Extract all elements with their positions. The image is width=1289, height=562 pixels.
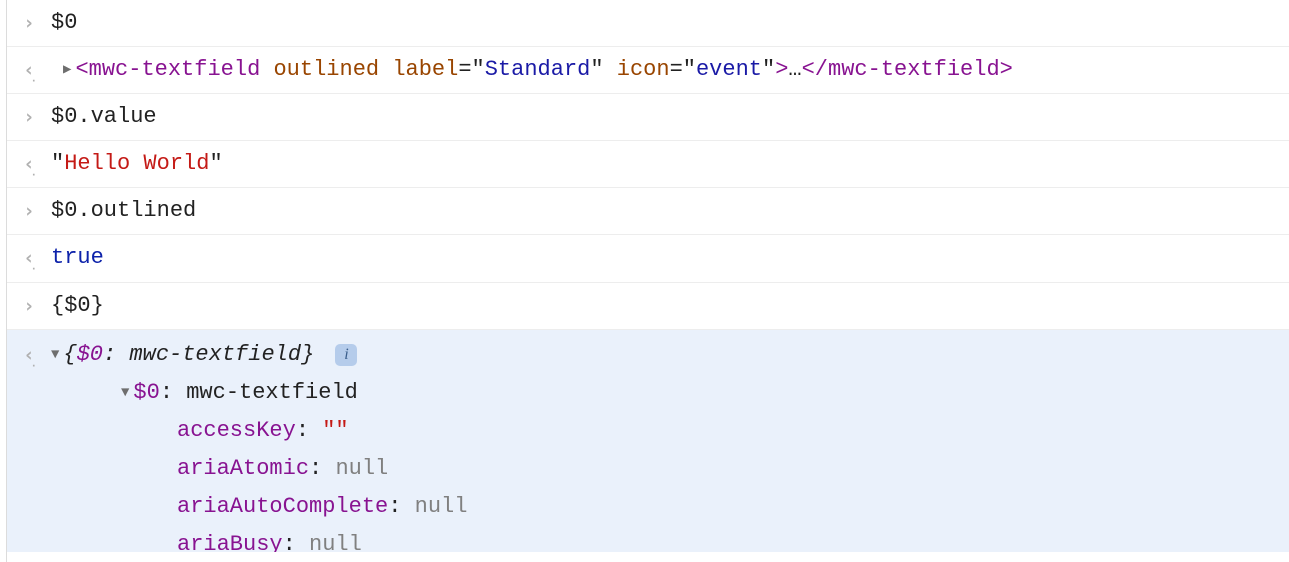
input-expression: $0 bbox=[51, 10, 77, 35]
console-output-row[interactable]: ‹ true bbox=[7, 235, 1289, 282]
element-attr-name: label bbox=[392, 57, 458, 82]
ellipsis[interactable]: … bbox=[788, 57, 801, 82]
object-property-row[interactable]: ariaBusy: null bbox=[7, 526, 1289, 552]
prompt-icon: › bbox=[23, 197, 34, 226]
output-string: Hello World bbox=[64, 151, 209, 176]
object-property-row[interactable]: ariaAutoComplete: null bbox=[7, 488, 1289, 526]
info-icon[interactable]: i bbox=[335, 344, 357, 366]
property-key: ariaBusy bbox=[177, 532, 283, 552]
property-key: ariaAutoComplete bbox=[177, 494, 388, 519]
property-value: null bbox=[335, 456, 388, 481]
element-tag-close: mwc-textfield bbox=[828, 57, 1000, 82]
element-attr-value: event bbox=[696, 57, 762, 82]
input-expression: $0.value bbox=[51, 104, 157, 129]
output-icon: ‹ bbox=[23, 150, 34, 179]
property-key: accessKey bbox=[177, 418, 296, 443]
object-summary-row[interactable]: ‹ ▼{$0: mwc-textfield} i bbox=[7, 336, 1289, 374]
expand-icon[interactable]: ▶ bbox=[63, 60, 71, 82]
output-icon: ‹ bbox=[23, 56, 34, 85]
console-input-row[interactable]: › $0 bbox=[7, 0, 1289, 47]
console-output-row[interactable]: ‹ ▶<mwc-textfield outlined label="Standa… bbox=[7, 47, 1289, 94]
collapse-icon[interactable]: ▼ bbox=[51, 345, 59, 367]
console-input-row[interactable]: › {$0} bbox=[7, 283, 1289, 330]
object-summary-key: $0 bbox=[77, 342, 103, 367]
input-expression: $0.outlined bbox=[51, 198, 196, 223]
object-entry-type: mwc-textfield bbox=[186, 380, 358, 405]
prompt-icon: › bbox=[23, 103, 34, 132]
element-attr-name: outlined bbox=[273, 57, 379, 82]
output-icon: ‹ bbox=[23, 341, 34, 370]
property-value: null bbox=[309, 532, 362, 552]
property-value: null bbox=[415, 494, 468, 519]
console-output-row[interactable]: ‹ "Hello World" bbox=[7, 141, 1289, 188]
input-expression: {$0} bbox=[51, 293, 104, 318]
console-input-row[interactable]: › $0.outlined bbox=[7, 188, 1289, 235]
output-boolean: true bbox=[51, 245, 104, 270]
object-property-row[interactable]: accessKey: "" bbox=[7, 412, 1289, 450]
object-entry-key: $0 bbox=[133, 380, 159, 405]
output-icon: ‹ bbox=[23, 244, 34, 273]
collapse-icon[interactable]: ▼ bbox=[121, 383, 129, 405]
element-attr-name: icon bbox=[617, 57, 670, 82]
object-property-row[interactable]: ariaAtomic: null bbox=[7, 450, 1289, 488]
property-key: ariaAtomic bbox=[177, 456, 309, 481]
prompt-icon: › bbox=[23, 292, 34, 321]
console-output-expanded: ‹ ▼{$0: mwc-textfield} i ▼$0: mwc-textfi… bbox=[7, 330, 1289, 552]
element-tag: mwc-textfield bbox=[89, 57, 261, 82]
prompt-icon: › bbox=[23, 9, 34, 38]
object-summary-type: mwc-textfield bbox=[129, 342, 301, 367]
object-entry-row[interactable]: ▼$0: mwc-textfield bbox=[7, 374, 1289, 412]
property-value: "" bbox=[322, 418, 348, 443]
element-summary[interactable]: ▶<mwc-textfield outlined label="Standard… bbox=[51, 53, 1289, 87]
console-input-row[interactable]: › $0.value bbox=[7, 94, 1289, 141]
console-panel: › $0 ‹ ▶<mwc-textfield outlined label="S… bbox=[6, 0, 1289, 562]
element-attr-value: Standard bbox=[485, 57, 591, 82]
